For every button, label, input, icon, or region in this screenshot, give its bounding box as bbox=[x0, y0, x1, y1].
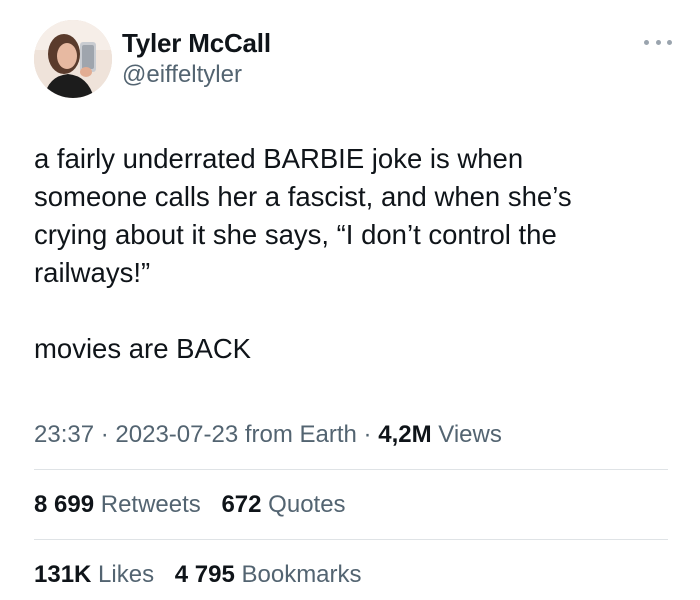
author-display-name[interactable]: Tyler McCall bbox=[122, 28, 271, 58]
likes-count: 131K bbox=[34, 561, 92, 588]
tweet-source: from Earth bbox=[244, 421, 357, 448]
bookmarks-label: Bookmarks bbox=[241, 561, 362, 588]
profile-photo-icon bbox=[34, 20, 112, 98]
dot-icon bbox=[667, 39, 672, 45]
author-names: Tyler McCall @eiffeltyler bbox=[122, 28, 271, 90]
dot-icon bbox=[644, 39, 649, 45]
tweet-text: a fairly underrated BARBIE joke is when … bbox=[34, 143, 572, 364]
tweet-card: Tyler McCall @eiffeltyler a fairly under… bbox=[0, 0, 700, 600]
ellipsis-icon[interactable] bbox=[644, 32, 672, 52]
quotes-stat[interactable]: 672 Quotes bbox=[221, 490, 345, 520]
views-label: Views bbox=[438, 421, 502, 448]
meta-separator: · bbox=[100, 421, 109, 448]
likes-stat[interactable]: 131K Likes bbox=[34, 560, 154, 590]
retweets-count: 8 699 bbox=[34, 491, 95, 518]
views-count: 4,2M bbox=[378, 421, 432, 448]
quotes-count: 672 bbox=[221, 491, 262, 518]
quotes-label: Quotes bbox=[268, 491, 346, 518]
meta-separator: · bbox=[363, 421, 372, 448]
bookmarks-count: 4 795 bbox=[174, 561, 235, 588]
retweets-stat[interactable]: 8 699 Retweets bbox=[34, 490, 201, 520]
bookmarks-stat[interactable]: 4 795 Bookmarks bbox=[175, 560, 362, 590]
likes-label: Likes bbox=[98, 561, 155, 588]
stats-row-reposts: 8 699 Retweets 672 Quotes bbox=[34, 490, 360, 520]
tweet-time[interactable]: 23:37 bbox=[34, 421, 94, 448]
stats-row-engagement: 131K Likes 4 795 Bookmarks bbox=[34, 560, 376, 590]
tweet-header: Tyler McCall @eiffeltyler bbox=[34, 20, 674, 100]
avatar[interactable] bbox=[34, 20, 112, 98]
divider bbox=[34, 539, 668, 540]
retweets-label: Retweets bbox=[100, 491, 201, 518]
dot-icon bbox=[655, 39, 661, 45]
tweet-meta: 23:37 · 2023-07-23 from Earth · 4,2M Vie… bbox=[34, 420, 502, 450]
author-handle[interactable]: @eiffeltyler bbox=[122, 60, 271, 90]
divider bbox=[34, 469, 668, 470]
tweet-date[interactable]: 2023-07-23 bbox=[115, 421, 238, 448]
